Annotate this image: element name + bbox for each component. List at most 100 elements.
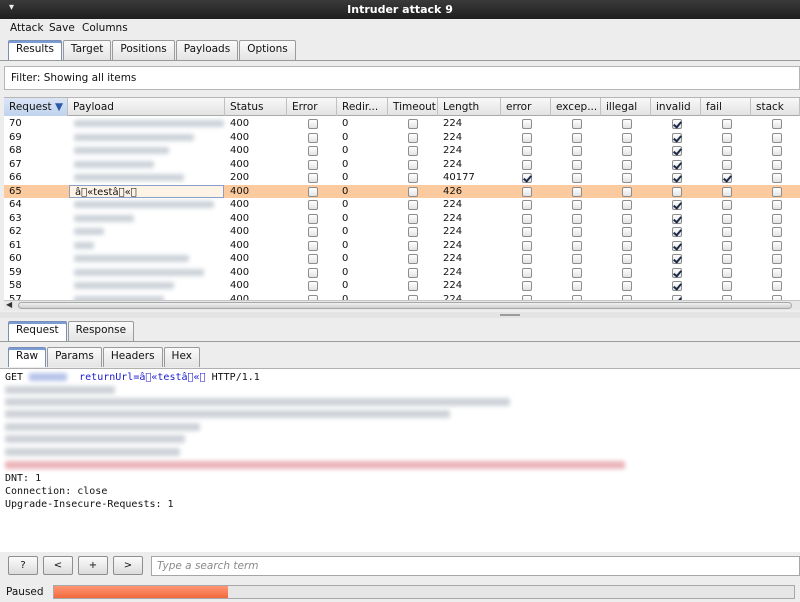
tab-positions[interactable]: Positions xyxy=(112,40,175,60)
checkbox-grep-stack xyxy=(772,146,782,156)
table-row[interactable]: 69 400 0 224 xyxy=(4,131,800,145)
scroll-left-icon[interactable]: ◀ xyxy=(6,300,12,309)
search-input[interactable] xyxy=(152,557,799,575)
splitter-grip-icon[interactable] xyxy=(500,314,520,316)
checkbox-grep-error xyxy=(522,159,532,170)
cell-status: 400 xyxy=(230,280,250,291)
tab-request[interactable]: Request xyxy=(8,321,67,341)
col-request[interactable]: Request ▼ xyxy=(4,98,68,116)
checkbox-timeout xyxy=(408,119,418,129)
tab-results[interactable]: Results xyxy=(8,40,62,60)
cell-redirects: 0 xyxy=(342,212,349,224)
col-grep-invalid[interactable]: invalid xyxy=(651,98,701,116)
col-grep-exception[interactable]: excep... xyxy=(551,98,601,116)
window-title: Intruder attack 9 xyxy=(347,3,453,16)
table-row[interactable]: 59 400 0 224 xyxy=(4,266,800,280)
cell-status: 400 xyxy=(230,266,250,278)
main-tabs: Results Target Positions Payloads Option… xyxy=(8,40,297,60)
tab-hex[interactable]: Hex xyxy=(163,347,200,367)
tab-raw[interactable]: Raw xyxy=(8,347,47,367)
cell-length: 224 xyxy=(443,212,463,224)
cell-request: 67 xyxy=(9,158,22,170)
checkbox-grep-error xyxy=(522,132,532,143)
checkbox-timeout xyxy=(408,132,418,143)
col-status[interactable]: Status xyxy=(225,98,287,116)
checkbox-grep-error xyxy=(522,213,532,224)
checkbox-error xyxy=(308,267,318,278)
col-redirects[interactable]: Redir... xyxy=(337,98,388,116)
redacted-payload xyxy=(74,268,204,276)
checkbox-grep-error xyxy=(522,281,532,291)
tab-headers[interactable]: Headers xyxy=(102,347,163,367)
col-grep-error[interactable]: error xyxy=(501,98,551,116)
col-grep-fail[interactable]: fail xyxy=(701,98,751,116)
checkbox-grep-fail xyxy=(722,186,732,197)
checkbox-grep-excep xyxy=(572,146,582,156)
col-error[interactable]: Error xyxy=(287,98,337,116)
col-grep-stack[interactable]: stack xyxy=(751,98,800,116)
pane-splitter[interactable] xyxy=(0,312,800,318)
checkbox-grep-invalid xyxy=(672,281,682,291)
table-row[interactable]: 67 400 0 224 xyxy=(4,158,800,172)
table-row[interactable]: 70 400 0 224 xyxy=(4,117,800,131)
table-row[interactable]: 61 400 0 224 xyxy=(4,239,800,253)
col-timeout[interactable]: Timeout xyxy=(388,98,438,116)
cell-status: 400 xyxy=(230,212,250,224)
table-row[interactable]: 58 400 0 224 xyxy=(4,279,800,293)
tab-payloads[interactable]: Payloads xyxy=(175,40,239,60)
table-row[interactable]: 63 400 0 224 xyxy=(4,212,800,226)
cell-redirects: 0 xyxy=(342,199,349,210)
cell-redirects: 0 xyxy=(342,185,349,197)
previous-button[interactable]: < xyxy=(43,556,73,575)
table-row[interactable]: 68 400 0 224 xyxy=(4,144,800,158)
cell-status: 400 xyxy=(230,253,250,264)
tab-options[interactable]: Options xyxy=(239,40,296,60)
menu-columns[interactable]: Columns xyxy=(82,22,128,34)
table-row[interactable]: 64 400 0 224 xyxy=(4,198,800,212)
menu-save[interactable]: Save xyxy=(49,22,75,34)
checkbox-grep-invalid xyxy=(672,267,682,278)
menu-attack[interactable]: Attack xyxy=(10,22,44,34)
checkbox-grep-invalid xyxy=(672,146,682,156)
table-row[interactable]: 60 400 0 224 xyxy=(4,252,800,266)
tab-response[interactable]: Response xyxy=(67,321,135,341)
cell-length: 224 xyxy=(443,158,463,170)
col-grep-illegal[interactable]: illegal xyxy=(601,98,651,116)
cell-length: 224 xyxy=(443,253,463,264)
col-length[interactable]: Length xyxy=(438,98,501,116)
filter-bar[interactable]: Filter: Showing all items xyxy=(4,66,800,90)
checkbox-grep-stack xyxy=(772,281,782,291)
search-field[interactable] xyxy=(151,556,800,576)
checkbox-grep-illegal xyxy=(622,146,632,156)
help-button[interactable]: ? xyxy=(8,556,38,575)
tab-target[interactable]: Target xyxy=(62,40,112,60)
cell-length: 224 xyxy=(443,266,463,278)
checkbox-grep-fail xyxy=(722,132,732,143)
table-row[interactable]: 65 â «testâ «  400 0 426 xyxy=(4,184,800,198)
checkbox-grep-fail xyxy=(722,119,732,129)
checkbox-grep-fail xyxy=(722,173,732,183)
scrollbar-thumb[interactable] xyxy=(18,302,792,309)
cell-redirects: 0 xyxy=(342,253,349,264)
redacted-header-1 xyxy=(5,386,115,394)
request-editor[interactable]: GET returnUrl=â «testâ «  HTTP/1.1 DNT: … xyxy=(0,368,800,552)
checkbox-grep-illegal xyxy=(622,200,632,210)
cell-redirects: 0 xyxy=(342,280,349,291)
cell-status: 400 xyxy=(230,199,250,210)
http-protocol: HTTP/1.1 xyxy=(211,372,260,383)
table-row[interactable]: 66 200 0 40177 xyxy=(4,171,800,185)
cell-redirects: 0 xyxy=(342,145,349,156)
next-button[interactable]: > xyxy=(113,556,143,575)
horizontal-scrollbar[interactable]: ◀ xyxy=(4,300,800,310)
table-row[interactable]: 57 400 0 224 xyxy=(4,293,800,301)
table-row[interactable]: 62 400 0 224 xyxy=(4,225,800,239)
checkbox-grep-excep xyxy=(572,173,582,183)
tab-params[interactable]: Params xyxy=(47,347,102,367)
status-bar: Paused xyxy=(0,582,800,602)
cell-length: 224 xyxy=(443,293,463,301)
add-button[interactable]: + xyxy=(78,556,108,575)
col-payload[interactable]: Payload xyxy=(68,98,225,116)
checkbox-error xyxy=(308,132,318,143)
cell-length: 224 xyxy=(443,239,463,251)
checkbox-grep-illegal xyxy=(622,267,632,278)
